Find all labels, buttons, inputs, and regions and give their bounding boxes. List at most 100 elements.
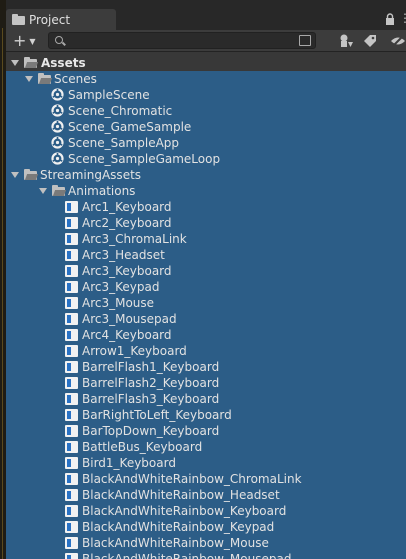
tree-item-label: BarrelFlash3_Keyboard (82, 392, 220, 406)
json-file-icon (65, 329, 78, 341)
more-options-icon[interactable]: ⋮ (399, 12, 406, 24)
search-icon (55, 36, 63, 44)
tree-item-animation[interactable]: Arc1_Keyboard (6, 199, 406, 215)
json-file-icon (65, 425, 78, 437)
tree-item-scenes[interactable]: Scenes (6, 71, 406, 87)
tree-item-animation[interactable]: BarTopDown_Keyboard (6, 423, 406, 439)
folder-open-icon (38, 73, 53, 84)
unity-scene-icon (51, 88, 64, 101)
tree-item-assets[interactable]: Assets (6, 55, 406, 71)
tree-item-animation[interactable]: BlackAndWhiteRainbow_Mousepad (6, 551, 406, 559)
folder-open-icon (52, 185, 67, 196)
tree-item-label: Arc3_Mousepad (82, 312, 177, 326)
hidden-packages-icon[interactable] (390, 33, 406, 49)
tree-item-animation[interactable]: BarrelFlash1_Keyboard (6, 359, 406, 375)
tree-item-label: Bird1_Keyboard (82, 456, 176, 470)
json-file-icon (65, 393, 78, 405)
tree-item-label: Animations (68, 184, 136, 198)
tree-item-animation[interactable]: BlackAndWhiteRainbow_Headset (6, 487, 406, 503)
tree-item-scene[interactable]: Scene_GameSample (6, 119, 406, 135)
expand-arrow-icon[interactable] (11, 172, 19, 178)
tree-item-animation[interactable]: Arc3_ChromaLink (6, 231, 406, 247)
tab-bar: Project ⋮ (6, 0, 406, 30)
json-file-icon (65, 489, 78, 501)
tree-item-streaming-assets[interactable]: StreamingAssets (6, 167, 406, 183)
tree-item-label: Arc1_Keyboard (82, 200, 172, 214)
json-file-icon (65, 297, 78, 309)
tree-item-label: SampleScene (68, 88, 150, 102)
json-file-icon (65, 553, 78, 559)
tree-item-label: BlackAndWhiteRainbow_Headset (82, 488, 280, 502)
unity-scene-icon (51, 120, 64, 133)
tree-item-animation[interactable]: BlackAndWhiteRainbow_Mouse (6, 535, 406, 551)
json-file-icon (65, 473, 78, 485)
folder-open-icon (24, 57, 39, 68)
tree-item-animation[interactable]: BarrelFlash3_Keyboard (6, 391, 406, 407)
json-file-icon (65, 313, 78, 325)
tree-item-scene[interactable]: Scene_Chromatic (6, 103, 406, 119)
json-file-icon (65, 281, 78, 293)
tree-item-animation[interactable]: Arc3_Mouse (6, 295, 406, 311)
tree-item-animation[interactable]: Arrow1_Keyboard (6, 343, 406, 359)
tree-item-label: Arc4_Keyboard (82, 328, 172, 342)
tree-item-animation[interactable]: BattleBus_Keyboard (6, 439, 406, 455)
lock-icon[interactable] (385, 13, 395, 25)
json-file-icon (65, 537, 78, 549)
tree-item-label: BarrelFlash2_Keyboard (82, 376, 220, 390)
filter-by-type-icon[interactable] (338, 33, 354, 49)
tree-item-label: BlackAndWhiteRainbow_Keyboard (82, 504, 287, 518)
json-file-icon (65, 249, 78, 261)
tree-item-animation[interactable]: Arc3_Keyboard (6, 263, 406, 279)
expand-arrow-icon[interactable] (25, 76, 33, 82)
tree-item-label: Arc2_Keyboard (82, 216, 172, 230)
tree-item-label: Arc3_Keyboard (82, 264, 172, 278)
tree-item-label: Scenes (54, 72, 97, 86)
json-file-icon (65, 201, 78, 213)
tree-item-animation[interactable]: BarRightToLeft_Keyboard (6, 407, 406, 423)
search-input[interactable] (48, 32, 316, 49)
tree-item-scene[interactable]: Scene_SampleGameLoop (6, 151, 406, 167)
search-scope-icon[interactable] (299, 35, 311, 46)
create-button[interactable]: + ▼ (10, 32, 40, 50)
json-file-icon (65, 345, 78, 357)
tree-item-animation[interactable]: BlackAndWhiteRainbow_Keyboard (6, 503, 406, 519)
tree-item-label: BlackAndWhiteRainbow_ChromaLink (82, 472, 302, 486)
unity-scene-icon (51, 136, 64, 149)
project-window: Project ⋮ + ▼ Assets Scenes SampleScene … (6, 0, 406, 559)
tab-project-label: Project (29, 12, 71, 27)
tree-item-animations[interactable]: Animations (6, 183, 406, 199)
tree-item-label: Arc3_Headset (82, 248, 165, 262)
tree-item-label: BarTopDown_Keyboard (82, 424, 220, 438)
project-tree[interactable]: Assets Scenes SampleScene Scene_Chromatic… (6, 53, 406, 559)
tree-item-label: BarrelFlash1_Keyboard (82, 360, 220, 374)
unity-scene-icon (51, 152, 64, 165)
tree-item-scene[interactable]: SampleScene (6, 87, 406, 103)
tab-project[interactable]: Project (6, 9, 116, 30)
expand-arrow-icon[interactable] (11, 60, 19, 66)
json-file-icon (65, 377, 78, 389)
project-toolbar: + ▼ (6, 30, 406, 52)
tree-item-label: BarRightToLeft_Keyboard (82, 408, 232, 422)
expand-arrow-icon[interactable] (39, 188, 47, 194)
tree-item-animation[interactable]: Arc2_Keyboard (6, 215, 406, 231)
tree-item-animation[interactable]: BarrelFlash2_Keyboard (6, 375, 406, 391)
folder-icon (12, 14, 25, 25)
tree-item-animation[interactable]: Bird1_Keyboard (6, 455, 406, 471)
tree-item-scene[interactable]: Scene_SampleApp (6, 135, 406, 151)
filter-by-label-icon[interactable] (362, 33, 378, 49)
tree-item-label: Scene_GameSample (68, 120, 192, 134)
tree-item-animation[interactable]: Arc3_Headset (6, 247, 406, 263)
tree-item-animation[interactable]: BlackAndWhiteRainbow_Keypad (6, 519, 406, 535)
chevron-down-icon: ▼ (29, 36, 36, 46)
plus-icon: + (13, 31, 27, 50)
json-file-icon (65, 361, 78, 373)
json-file-icon (65, 457, 78, 469)
tree-item-animation[interactable]: Arc3_Mousepad (6, 311, 406, 327)
tree-item-label: Arrow1_Keyboard (82, 344, 187, 358)
json-file-icon (65, 217, 78, 229)
tree-item-animation[interactable]: Arc3_Keypad (6, 279, 406, 295)
tree-item-label: BlackAndWhiteRainbow_Mouse (82, 536, 269, 550)
tree-item-label: BlackAndWhiteRainbow_Keypad (82, 520, 275, 534)
tree-item-animation[interactable]: Arc4_Keyboard (6, 327, 406, 343)
tree-item-animation[interactable]: BlackAndWhiteRainbow_ChromaLink (6, 471, 406, 487)
